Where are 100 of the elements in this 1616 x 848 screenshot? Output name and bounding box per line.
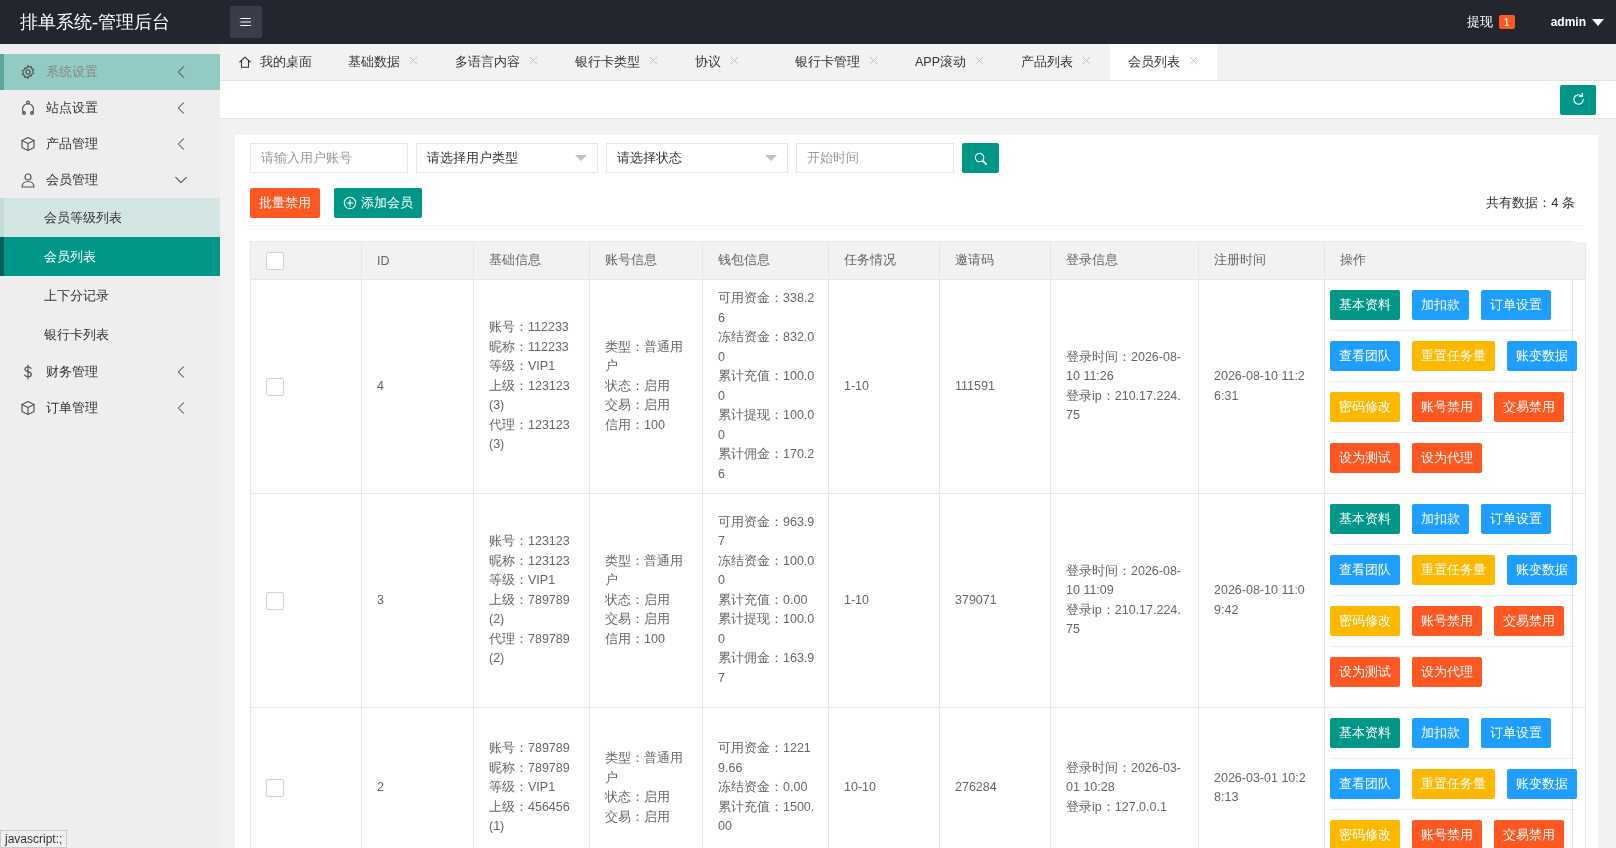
plus-circle-icon xyxy=(343,196,357,210)
action-button[interactable]: 基本资料 xyxy=(1330,504,1400,534)
tab[interactable]: 会员列表 xyxy=(1110,44,1217,80)
action-button[interactable]: 设为代理 xyxy=(1412,657,1482,687)
sidebar-item[interactable]: 站点设置 xyxy=(0,90,220,126)
row-checkbox[interactable] xyxy=(266,591,284,610)
wallet-info-line: 累计佣金：170.26 xyxy=(718,446,816,483)
column-header: 登录信息 xyxy=(1066,252,1118,269)
refresh-button[interactable] xyxy=(1560,84,1596,115)
select-field[interactable]: 请选择用户类型 xyxy=(416,143,598,173)
basic-info-line: 账号：123123 xyxy=(489,533,571,551)
tab[interactable]: 基础数据 xyxy=(330,44,437,80)
tab[interactable]: 多语言内容 xyxy=(437,44,557,80)
wallet-info-line: 可用资金：12219.66 xyxy=(718,740,812,777)
wallet-info-line: 冻结资金：832.00 xyxy=(718,329,816,366)
login-info-line: 登录ip：127.0.0.1 xyxy=(1066,798,1168,816)
sidebar-item[interactable]: 订单管理 xyxy=(0,390,220,426)
action-button[interactable]: 查看团队 xyxy=(1330,341,1400,371)
tab[interactable]: APP滚动 xyxy=(897,44,1003,80)
sidebar-subitem[interactable]: 会员等级列表 xyxy=(0,198,220,237)
login-info-line: 登录时间：2026-08-10 11:26 xyxy=(1066,348,1183,385)
action-button[interactable]: 重置任务量 xyxy=(1412,555,1495,585)
basic-info-line: 上级：456456 (1) xyxy=(489,798,571,836)
close-icon xyxy=(729,55,740,66)
menu-button[interactable] xyxy=(230,6,262,38)
action-button[interactable]: 订单设置 xyxy=(1481,718,1551,748)
invite-code-cell-text: 111591 xyxy=(955,377,996,395)
account-info-line: 信用：100 xyxy=(605,630,666,648)
column-header: ID xyxy=(377,253,390,268)
wallet-info-line: 累计充值：0.00 xyxy=(718,591,809,609)
user-menu[interactable]: admin xyxy=(1544,14,1610,30)
refresh-icon xyxy=(1570,92,1586,107)
select-all-checkbox[interactable] xyxy=(266,251,284,270)
action-button[interactable]: 订单设置 xyxy=(1481,504,1551,534)
account-info-line: 状态：启用 xyxy=(605,591,671,609)
tab[interactable]: 银行卡管理 xyxy=(777,44,897,80)
toolbar-button[interactable]: 添加会员 xyxy=(334,188,422,218)
action-button[interactable]: 重置任务量 xyxy=(1412,769,1495,799)
action-button[interactable]: 账变数据 xyxy=(1507,769,1577,799)
select-field[interactable]: 请选择状态 xyxy=(606,143,788,173)
register-time-cell-text: 2026-08-10 11:26:31 xyxy=(1214,368,1306,405)
action-button[interactable]: 密码修改 xyxy=(1330,820,1400,848)
sidebar-item[interactable]: 会员管理 xyxy=(0,162,220,198)
action-button[interactable]: 交易禁用 xyxy=(1494,392,1564,422)
tab[interactable]: 协议 xyxy=(677,44,777,80)
row-checkbox[interactable] xyxy=(266,779,284,797)
wallet-info-line: 可用资金：338.26 xyxy=(718,290,816,327)
tab[interactable]: 银行卡类型 xyxy=(557,44,677,80)
basic-info-line: 等级：VIP1 xyxy=(489,572,557,590)
wallet-info-line: 累计提现：100.00 xyxy=(718,611,816,648)
search-button[interactable] xyxy=(962,143,999,173)
login-info-line: 登录ip：210.17.224.75 xyxy=(1066,601,1182,638)
action-button[interactable]: 交易禁用 xyxy=(1494,820,1564,848)
action-button[interactable]: 查看团队 xyxy=(1330,555,1400,585)
text-field[interactable]: 请输入用户账号 xyxy=(250,143,408,173)
action-button[interactable]: 基本资料 xyxy=(1330,718,1400,748)
tab[interactable]: 我的桌面 xyxy=(220,44,330,80)
column-header: 任务情况 xyxy=(844,252,896,269)
action-button[interactable]: 交易禁用 xyxy=(1494,606,1564,636)
action-button[interactable]: 加扣款 xyxy=(1412,290,1469,320)
action-button[interactable]: 加扣款 xyxy=(1412,504,1469,534)
action-button[interactable]: 设为测试 xyxy=(1330,443,1400,473)
withdraw-link[interactable]: 提现 xyxy=(1466,13,1493,31)
text-field[interactable]: 开始时间 xyxy=(796,143,954,173)
action-button[interactable]: 密码修改 xyxy=(1330,392,1400,422)
action-button[interactable]: 账号禁用 xyxy=(1412,606,1482,636)
action-button[interactable]: 基本资料 xyxy=(1330,290,1400,320)
action-button[interactable]: 密码修改 xyxy=(1330,606,1400,636)
id-cell-text: 4 xyxy=(377,377,385,395)
register-time-cell-text: 2026-08-10 11:09:42 xyxy=(1214,582,1306,619)
sidebar-subitem[interactable]: 会员列表 xyxy=(0,237,220,276)
tab[interactable]: 产品列表 xyxy=(1003,44,1110,80)
sidebar-item[interactable]: 财务管理 xyxy=(0,354,220,390)
action-button[interactable]: 设为测试 xyxy=(1330,657,1400,687)
action-button[interactable]: 重置任务量 xyxy=(1412,341,1495,371)
toolbar-button[interactable]: 批量禁用 xyxy=(250,188,320,218)
search-icon xyxy=(973,150,988,166)
basic-info-line: 上级：123123 (3) xyxy=(489,377,571,415)
action-button[interactable]: 账号禁用 xyxy=(1412,392,1482,422)
close-icon xyxy=(528,55,539,66)
action-button[interactable]: 账变数据 xyxy=(1507,341,1577,371)
sidebar-subitem[interactable]: 上下分记录 xyxy=(0,276,220,315)
column-header: 账号信息 xyxy=(605,252,657,269)
sidebar-item[interactable]: 系统设置 xyxy=(0,54,220,90)
row-checkbox[interactable] xyxy=(266,377,284,396)
login-info-line: 登录时间：2026-08-10 11:09 xyxy=(1066,562,1183,599)
sidebar-item[interactable]: 产品管理 xyxy=(0,126,220,162)
sidebar-subitem[interactable]: 银行卡列表 xyxy=(0,315,220,354)
action-button[interactable]: 查看团队 xyxy=(1330,769,1400,799)
action-button[interactable]: 账变数据 xyxy=(1507,555,1577,585)
account-info-line: 状态：启用 xyxy=(605,789,671,806)
gear-icon xyxy=(20,64,36,80)
account-info-line: 类型：普通用户 xyxy=(605,750,684,787)
id-cell-text: 3 xyxy=(377,591,385,609)
caret-icon xyxy=(1592,18,1604,26)
action-button[interactable]: 加扣款 xyxy=(1412,718,1469,748)
action-button[interactable]: 设为代理 xyxy=(1412,443,1482,473)
action-button[interactable]: 账号禁用 xyxy=(1412,820,1482,848)
column-header: 操作 xyxy=(1340,252,1366,269)
action-button[interactable]: 订单设置 xyxy=(1481,290,1551,320)
